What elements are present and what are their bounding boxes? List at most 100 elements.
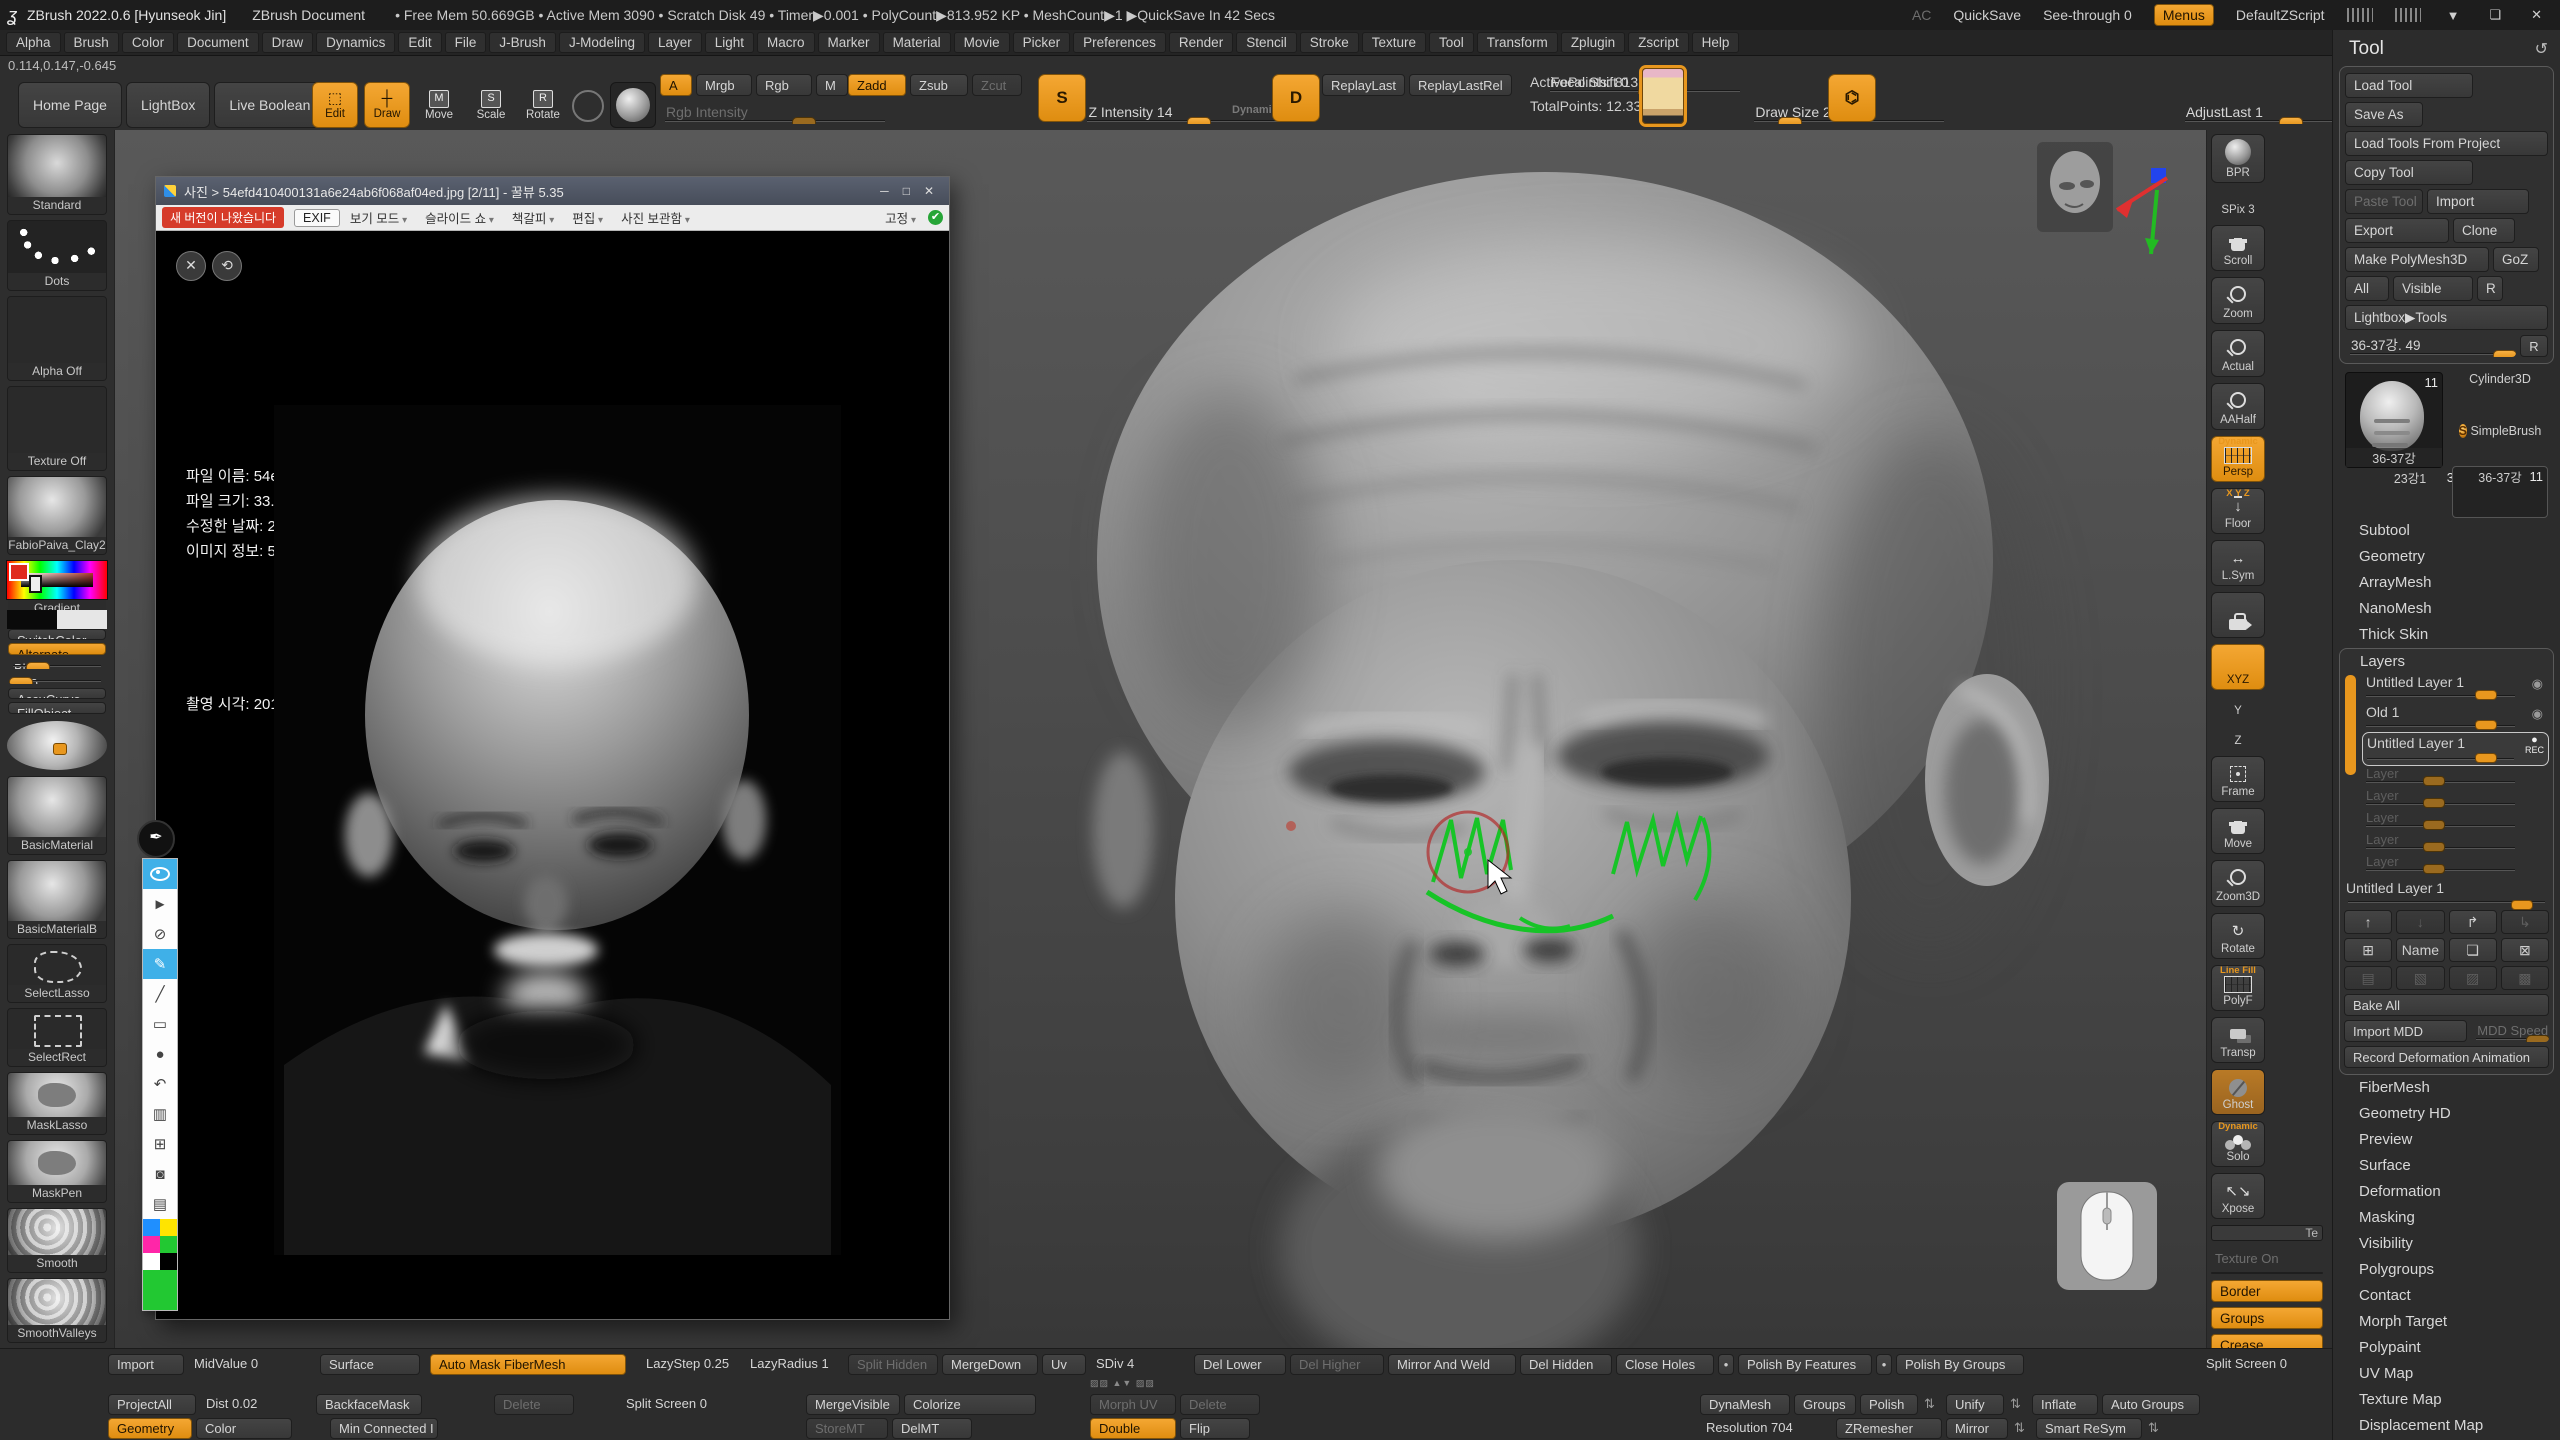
- live-boolean-button[interactable]: Live Boolean: [214, 82, 325, 128]
- exif-button[interactable]: EXIF: [294, 209, 340, 227]
- color-swatch[interactable]: [160, 1219, 177, 1236]
- tool-panel-button[interactable]: All: [2345, 276, 2389, 301]
- bottom-button[interactable]: Import: [108, 1354, 184, 1375]
- polyframe-button[interactable]: Line Fill PolyF: [2211, 965, 2265, 1011]
- bottom-button[interactable]: Surface: [320, 1354, 420, 1375]
- see-through-slider[interactable]: See-through 0: [2043, 7, 2132, 23]
- blur-slider[interactable]: Blur 0: [8, 658, 106, 669]
- tool-panel-button[interactable]: Paste Tool: [2345, 189, 2423, 214]
- rgb-intensity-slider[interactable]: Rgb Intensity: [660, 102, 890, 124]
- annotator-swatches[interactable]: [143, 1219, 177, 1270]
- bottom-button[interactable]: Del Higher: [1290, 1354, 1384, 1375]
- menu-item[interactable]: Document: [177, 32, 259, 53]
- tool-panel-section[interactable]: FiberMesh: [2333, 1075, 2560, 1101]
- menu-item[interactable]: Dynamics: [316, 32, 395, 53]
- secondary-color-swatch[interactable]: [57, 610, 107, 629]
- texture-preview-box[interactable]: Te: [2211, 1225, 2323, 1241]
- active-tool-thumbnail[interactable]: 11 36-37강: [2345, 372, 2443, 468]
- bake-all-button[interactable]: Bake All: [2344, 994, 2549, 1016]
- tool-panel-button[interactable]: Save As: [2345, 102, 2423, 127]
- transp-button[interactable]: Transp: [2211, 1017, 2265, 1063]
- divider-grip-icon[interactable]: [2395, 8, 2421, 22]
- layer-tool-button[interactable]: ▧: [2396, 966, 2444, 990]
- move-mode-button[interactable]: M Move: [416, 82, 462, 128]
- rotate-3d-button[interactable]: ↻ Rotate: [2211, 913, 2265, 959]
- annotator-current-color[interactable]: [143, 1270, 177, 1310]
- menu-item[interactable]: Marker: [818, 32, 880, 53]
- bottom-button[interactable]: MergeVisible: [806, 1394, 900, 1415]
- home-page-button[interactable]: Home Page: [18, 82, 122, 128]
- bottom-button[interactable]: ⇅: [2012, 1418, 2032, 1439]
- brush-smooth[interactable]: Smooth: [7, 1208, 107, 1273]
- rec-indicator[interactable]: REC: [2525, 735, 2544, 755]
- menu-item[interactable]: J-Modeling: [559, 32, 645, 53]
- switch-color-button[interactable]: SwitchColor: [8, 629, 106, 641]
- layer-tool-button[interactable]: ▤: [2344, 966, 2392, 990]
- menu-item[interactable]: Brush: [64, 32, 119, 53]
- menu-item[interactable]: Stencil: [1236, 32, 1297, 53]
- viewer-restore-button[interactable]: □: [896, 184, 917, 198]
- layer-tool-button[interactable]: ▩: [2501, 966, 2549, 990]
- bottom-button[interactable]: Uv: [1042, 1354, 1086, 1375]
- floor-button[interactable]: X Y Z ↓ Floor: [2211, 488, 2265, 534]
- bottom-button[interactable]: ⇅: [1922, 1394, 1942, 1415]
- pin-check-icon[interactable]: ✔: [928, 210, 943, 225]
- bottom-button[interactable]: ProjectAll: [108, 1394, 196, 1415]
- brush-icon[interactable]: S: [1038, 74, 1086, 122]
- bottom-button[interactable]: DynaMesh: [1700, 1394, 1790, 1415]
- menu-item[interactable]: Zplugin: [1561, 32, 1625, 53]
- tool-thumb-cylinder3d[interactable]: Cylinder3D: [2452, 372, 2548, 418]
- layers-section-title[interactable]: Layers: [2344, 651, 2549, 672]
- main-color-swatch[interactable]: [7, 610, 57, 629]
- viewer-photo-area[interactable]: ✕ ⟲ 파일 이름: 54efd410400131a6e24ab6f068af0…: [156, 231, 949, 1319]
- bottom-button[interactable]: Polish By Groups: [1896, 1354, 2024, 1375]
- groups-button[interactable]: Groups: [2211, 1307, 2323, 1329]
- pen-tool-fab[interactable]: ✒: [137, 820, 175, 858]
- edit-mode-button[interactable]: ⬚ Edit: [312, 82, 358, 128]
- frame-button[interactable]: Frame: [2211, 756, 2265, 802]
- color-swatch[interactable]: [160, 1236, 177, 1253]
- color-swatches[interactable]: [7, 610, 107, 629]
- viewer-rotate-button[interactable]: ⟲: [212, 251, 242, 281]
- bottom-button[interactable]: Smart ReSym: [2036, 1418, 2142, 1439]
- menu-item[interactable]: Picker: [1013, 32, 1071, 53]
- bottom-button[interactable]: Delete: [1180, 1394, 1260, 1415]
- ac-toggle[interactable]: AC: [1912, 7, 1931, 23]
- zsub-button[interactable]: Zsub: [910, 74, 968, 96]
- restore-button[interactable]: ❏: [2485, 7, 2505, 23]
- layer-tool-button[interactable]: ❏: [2449, 938, 2497, 962]
- bottom-button[interactable]: Delete: [494, 1394, 574, 1415]
- bottom-button[interactable]: ZRemesher: [1836, 1418, 1942, 1439]
- viewer-menu-item[interactable]: 편집: [572, 208, 603, 227]
- accucurve-button[interactable]: AccuCurve: [8, 688, 106, 700]
- eye-icon[interactable]: ◉: [2532, 706, 2543, 722]
- menu-item[interactable]: Material: [883, 32, 951, 53]
- brush-smooth-valleys[interactable]: SmoothValleys: [7, 1278, 107, 1343]
- bottom-button[interactable]: Colorize: [904, 1394, 1036, 1415]
- brush-select-lasso[interactable]: SelectLasso: [7, 944, 107, 1003]
- trash-icon[interactable]: ▥: [143, 1099, 177, 1129]
- eye-icon[interactable]: ◉: [2532, 676, 2543, 692]
- aahalf-button[interactable]: AAHalf: [2211, 383, 2265, 430]
- color-swatch[interactable]: [143, 1253, 160, 1270]
- viewer-menu-item[interactable]: 보기 모드: [350, 208, 407, 227]
- bottom-button[interactable]: Groups: [1794, 1394, 1856, 1415]
- menu-item[interactable]: Render: [1169, 32, 1233, 53]
- menu-item[interactable]: J-Brush: [489, 32, 556, 53]
- material-basic[interactable]: BasicMaterial: [7, 776, 107, 855]
- tool-panel-section[interactable]: Visibility: [2333, 1231, 2560, 1257]
- tool-panel-section[interactable]: Surface: [2333, 1153, 2560, 1179]
- camera-icon[interactable]: ⌬: [1828, 74, 1876, 122]
- close-button[interactable]: ✕: [2527, 7, 2546, 23]
- record-deformation-button[interactable]: Record Deformation Animation: [2344, 1046, 2549, 1068]
- layer-row[interactable]: Layer: [2362, 788, 2549, 810]
- bottom-button[interactable]: Geometry: [108, 1418, 192, 1439]
- update-notice-button[interactable]: 새 버전이 나왔습니다: [162, 207, 284, 228]
- color-swatch[interactable]: [143, 1219, 160, 1236]
- color-swatch[interactable]: [143, 1236, 160, 1253]
- texture-on-label[interactable]: Texture On: [2215, 1251, 2279, 1266]
- persp-button[interactable]: Dynamic Persp: [2211, 436, 2265, 482]
- line-tool-icon[interactable]: ╱: [143, 979, 177, 1009]
- tool-panel-button[interactable]: Make PolyMesh3D: [2345, 247, 2489, 272]
- tool-panel-button[interactable]: Load Tools From Project: [2345, 131, 2548, 156]
